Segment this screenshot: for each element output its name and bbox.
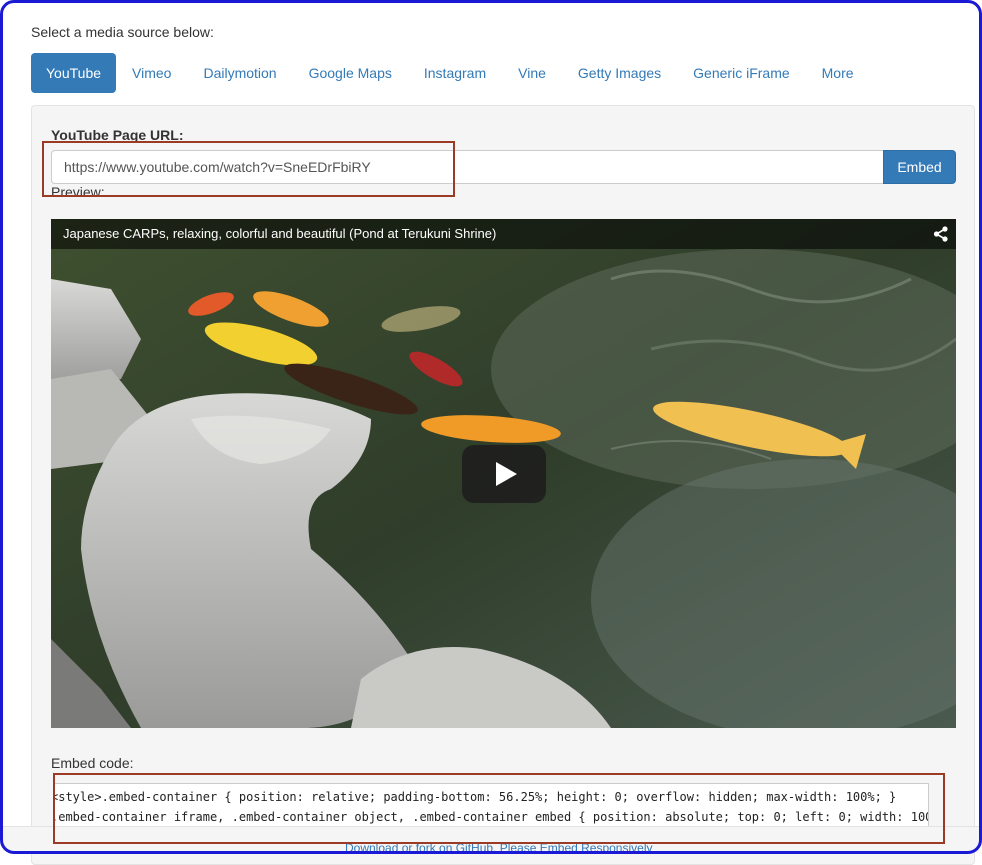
- url-input-group: Embed: [51, 150, 956, 184]
- tab-more[interactable]: More: [806, 53, 870, 93]
- embed-button[interactable]: Embed: [883, 150, 956, 184]
- intro-text: Select a media source below:: [31, 24, 214, 40]
- tab-vimeo[interactable]: Vimeo: [116, 53, 187, 93]
- tab-vine[interactable]: Vine: [502, 53, 562, 93]
- share-icon[interactable]: [932, 225, 950, 243]
- tab-getty-images[interactable]: Getty Images: [562, 53, 677, 93]
- tab-youtube[interactable]: YouTube: [31, 53, 117, 93]
- footer-github-link[interactable]: Download or fork on GitHub. Please Embed…: [345, 841, 653, 851]
- play-icon[interactable]: [462, 445, 546, 503]
- tab-dailymotion[interactable]: Dailymotion: [187, 53, 292, 93]
- embed-code-textarea[interactable]: <style>.embed-container { position: rela…: [53, 783, 929, 828]
- video-title-bar: Japanese CARPs, relaxing, colorful and b…: [51, 219, 956, 249]
- youtube-url-input[interactable]: [51, 150, 883, 184]
- tab-instagram[interactable]: Instagram: [408, 53, 502, 93]
- url-label: YouTube Page URL:: [51, 127, 184, 143]
- media-source-tabs: YouTube Vimeo Dailymotion Google Maps In…: [31, 53, 870, 93]
- footer-bar: Download or fork on GitHub. Please Embed…: [3, 826, 979, 851]
- embed-code-line: .embed-container iframe, .embed-containe…: [53, 810, 929, 824]
- tab-generic-iframe[interactable]: Generic iFrame: [677, 53, 805, 93]
- embed-code-line: <style>.embed-container { position: rela…: [53, 790, 897, 804]
- video-title: Japanese CARPs, relaxing, colorful and b…: [63, 226, 497, 241]
- embed-code-label: Embed code:: [51, 755, 134, 771]
- preview-label: Preview:: [51, 186, 105, 200]
- tab-google-maps[interactable]: Google Maps: [293, 53, 408, 93]
- video-preview[interactable]: Japanese CARPs, relaxing, colorful and b…: [51, 219, 956, 728]
